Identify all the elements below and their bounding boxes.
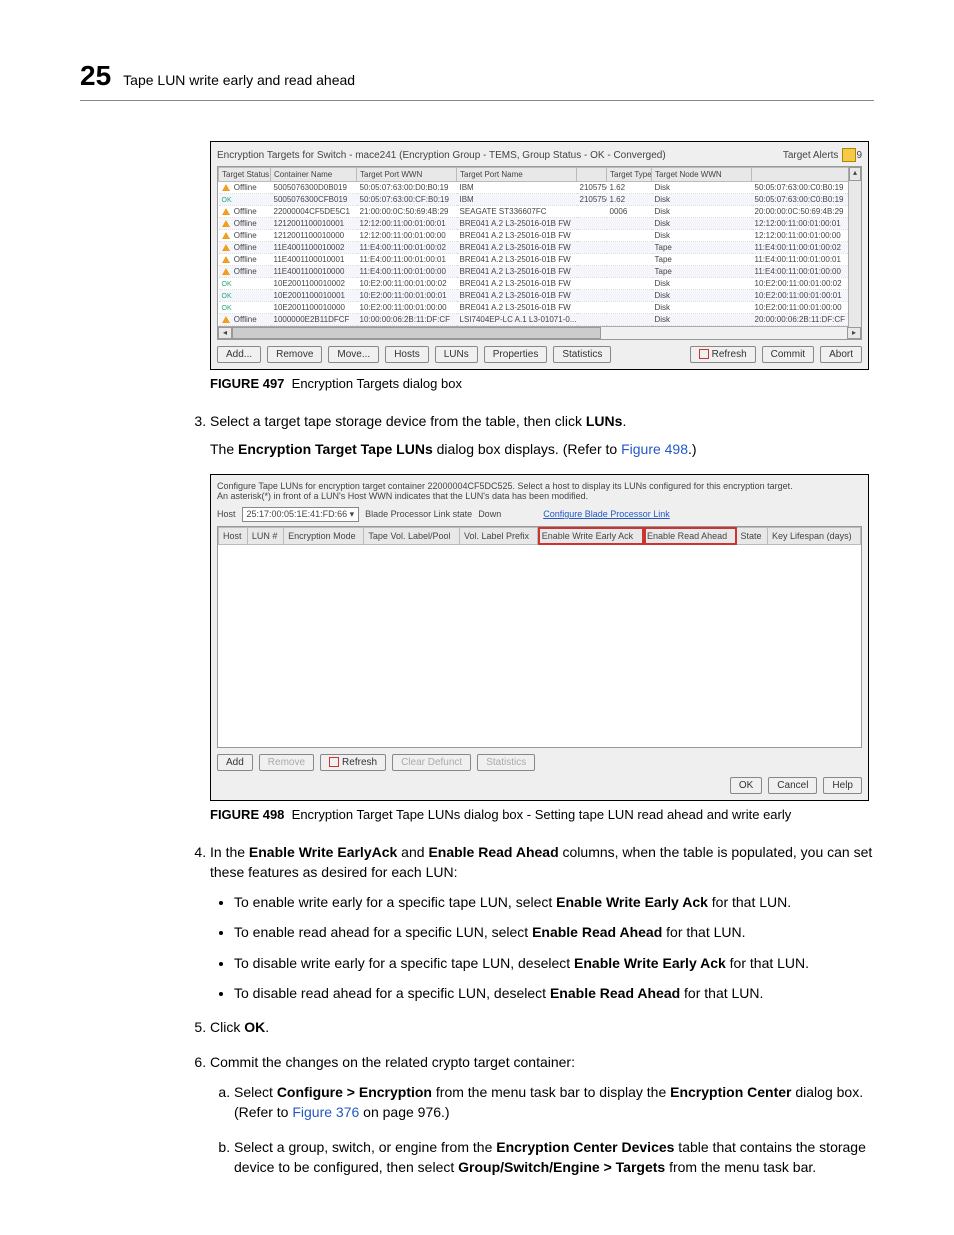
table-row[interactable]: Offline11E400110001000011:E4:00:11:00:01… bbox=[219, 266, 863, 278]
column-header[interactable]: Target Status bbox=[219, 168, 271, 182]
warning-icon bbox=[222, 232, 230, 239]
table-row[interactable]: Offline1000000E2B11DFCF10:00:00:06:2B:11… bbox=[219, 314, 863, 326]
figure-497-caption: FIGURE 497 Encryption Targets dialog box bbox=[210, 376, 874, 391]
remove-button[interactable]: Remove bbox=[267, 346, 322, 363]
host-dropdown[interactable]: 25:17:00:05:1E:41:FD:66 ▾ bbox=[242, 507, 360, 522]
encryption-targets-dialog: Encryption Targets for Switch - mace241 … bbox=[210, 141, 869, 370]
table-row[interactable]: Offline11E400110001000211:E4:00:11:00:01… bbox=[219, 242, 863, 254]
figure-498-link[interactable]: Figure 498 bbox=[621, 441, 688, 457]
chapter-number: 25 bbox=[80, 60, 111, 92]
cancel-button[interactable]: Cancel bbox=[768, 777, 817, 794]
step-3: Select a target tape storage device from… bbox=[210, 411, 874, 460]
luns-button[interactable]: LUNs bbox=[435, 346, 478, 363]
refresh-button[interactable]: Refresh bbox=[320, 754, 386, 771]
add-button[interactable]: Add bbox=[217, 754, 253, 771]
highlight-write-early bbox=[538, 527, 643, 545]
column-header[interactable]: Host bbox=[219, 527, 248, 544]
column-header[interactable]: Key Lifespan (days) bbox=[768, 527, 861, 544]
commit-button[interactable]: Commit bbox=[762, 346, 814, 363]
column-header[interactable]: Target Port WWN bbox=[357, 168, 457, 182]
scroll-right-icon[interactable]: ▸ bbox=[847, 327, 861, 339]
move--button[interactable]: Move... bbox=[328, 346, 379, 363]
configure-blade-link[interactable]: Configure Blade Processor Link bbox=[543, 509, 670, 519]
dialog-button-row: Add... Remove Move... Hosts LUNs Properties St… bbox=[217, 346, 862, 363]
column-header[interactable] bbox=[752, 168, 863, 182]
properties-button[interactable]: Properties bbox=[484, 346, 548, 363]
abort-button[interactable]: Abort bbox=[820, 346, 862, 363]
refresh-icon bbox=[329, 757, 339, 767]
host-label: Host bbox=[217, 509, 236, 519]
column-header[interactable] bbox=[577, 168, 607, 182]
targets-grid[interactable]: Target StatusContainer NameTarget Port W… bbox=[217, 166, 862, 340]
vertical-scrollbar[interactable]: ▴ bbox=[848, 167, 861, 327]
warning-icon bbox=[222, 184, 230, 191]
table-row[interactable]: Offline22000004CF5DE5C121:00:00:0C:50:69… bbox=[219, 206, 863, 218]
refresh-button[interactable]: Refresh bbox=[690, 346, 756, 363]
statistics-button: Statistics bbox=[477, 754, 535, 771]
alert-icon bbox=[842, 148, 856, 162]
table-row[interactable]: Offline121200110001000112:12:00:11:00:01… bbox=[219, 218, 863, 230]
blade-label: Blade Processor Link state bbox=[365, 509, 472, 519]
column-header[interactable]: Encryption Mode bbox=[284, 527, 364, 544]
luns-table[interactable]: HostLUN #Encryption ModeTape Vol. Label/… bbox=[217, 526, 862, 748]
table-row[interactable]: OK10E200110001000110:E2:00:11:00:01:00:0… bbox=[219, 290, 863, 302]
step-4: In the Enable Write EarlyAck and Enable … bbox=[210, 842, 874, 1004]
hosts-button[interactable]: Hosts bbox=[385, 346, 429, 363]
warning-icon bbox=[222, 220, 230, 227]
step-5: Click OK. bbox=[210, 1017, 874, 1037]
column-header[interactable]: Target Port Name bbox=[457, 168, 577, 182]
step-6: Commit the changes on the related crypto… bbox=[210, 1052, 874, 1177]
statistics-button[interactable]: Statistics bbox=[553, 346, 611, 363]
dialog-title: Encryption Targets for Switch - mace241 … bbox=[217, 150, 666, 161]
table-row[interactable]: OK5005076300CFB01950:05:07:63:00:CF:B0:1… bbox=[219, 194, 863, 206]
tape-luns-dialog: Configure Tape LUNs for encryption targe… bbox=[210, 474, 869, 801]
remove-button: Remove bbox=[259, 754, 314, 771]
column-header[interactable]: Vol. Label Prefix bbox=[460, 527, 538, 544]
column-header[interactable]: Container Name bbox=[271, 168, 357, 182]
figure-376-link[interactable]: Figure 376 bbox=[292, 1104, 359, 1120]
highlight-read-ahead bbox=[644, 527, 737, 545]
clear-defunct-button: Clear Defunct bbox=[392, 754, 471, 771]
luns-button-row: Add Remove Refresh Clear Defunct Statistics bbox=[217, 754, 862, 771]
column-header[interactable]: Target Node WWN bbox=[652, 168, 752, 182]
refresh-icon bbox=[699, 349, 709, 359]
target-alerts: Target Alerts 9 bbox=[783, 148, 862, 162]
chapter-title: Tape LUN write early and read ahead bbox=[123, 72, 355, 88]
column-header[interactable]: State bbox=[736, 527, 768, 544]
warning-icon bbox=[222, 208, 230, 215]
warning-icon bbox=[222, 256, 230, 263]
table-row[interactable]: Offline5005076300D0B01950:05:07:63:00:D0… bbox=[219, 182, 863, 194]
dialog-footer-buttons: OK Cancel Help bbox=[217, 777, 862, 794]
add--button[interactable]: Add... bbox=[217, 346, 261, 363]
scroll-up-icon[interactable]: ▴ bbox=[849, 167, 861, 181]
warning-icon bbox=[222, 244, 230, 251]
scroll-left-icon[interactable]: ◂ bbox=[218, 327, 232, 339]
table-row[interactable]: OK10E200110001000010:E2:00:11:00:01:00:0… bbox=[219, 302, 863, 314]
table-row[interactable]: Offline11E400110001000111:E4:00:11:00:01… bbox=[219, 254, 863, 266]
warning-icon bbox=[222, 316, 230, 323]
column-header[interactable]: Tape Vol. Label/Pool bbox=[364, 527, 460, 544]
ok-button[interactable]: OK bbox=[730, 777, 762, 794]
dialog-description-2: An asterisk(*) in front of a LUN's Host … bbox=[217, 491, 862, 501]
dialog-description: Configure Tape LUNs for encryption targe… bbox=[217, 481, 862, 491]
table-row[interactable]: OK10E200110001000210:E2:00:11:00:01:00:0… bbox=[219, 278, 863, 290]
table-row[interactable]: Offline121200110001000012:12:00:11:00:01… bbox=[219, 230, 863, 242]
blade-value: Down bbox=[478, 509, 501, 519]
horizontal-scrollbar[interactable]: ◂ ▸ bbox=[218, 326, 861, 339]
page-header: 25 Tape LUN write early and read ahead bbox=[80, 60, 874, 101]
column-header[interactable]: Target Type bbox=[607, 168, 652, 182]
scroll-thumb[interactable] bbox=[232, 327, 601, 339]
warning-icon bbox=[222, 268, 230, 275]
column-header[interactable]: LUN # bbox=[247, 527, 283, 544]
help-button[interactable]: Help bbox=[823, 777, 862, 794]
figure-498-caption: FIGURE 498 Encryption Target Tape LUNs d… bbox=[210, 807, 874, 822]
